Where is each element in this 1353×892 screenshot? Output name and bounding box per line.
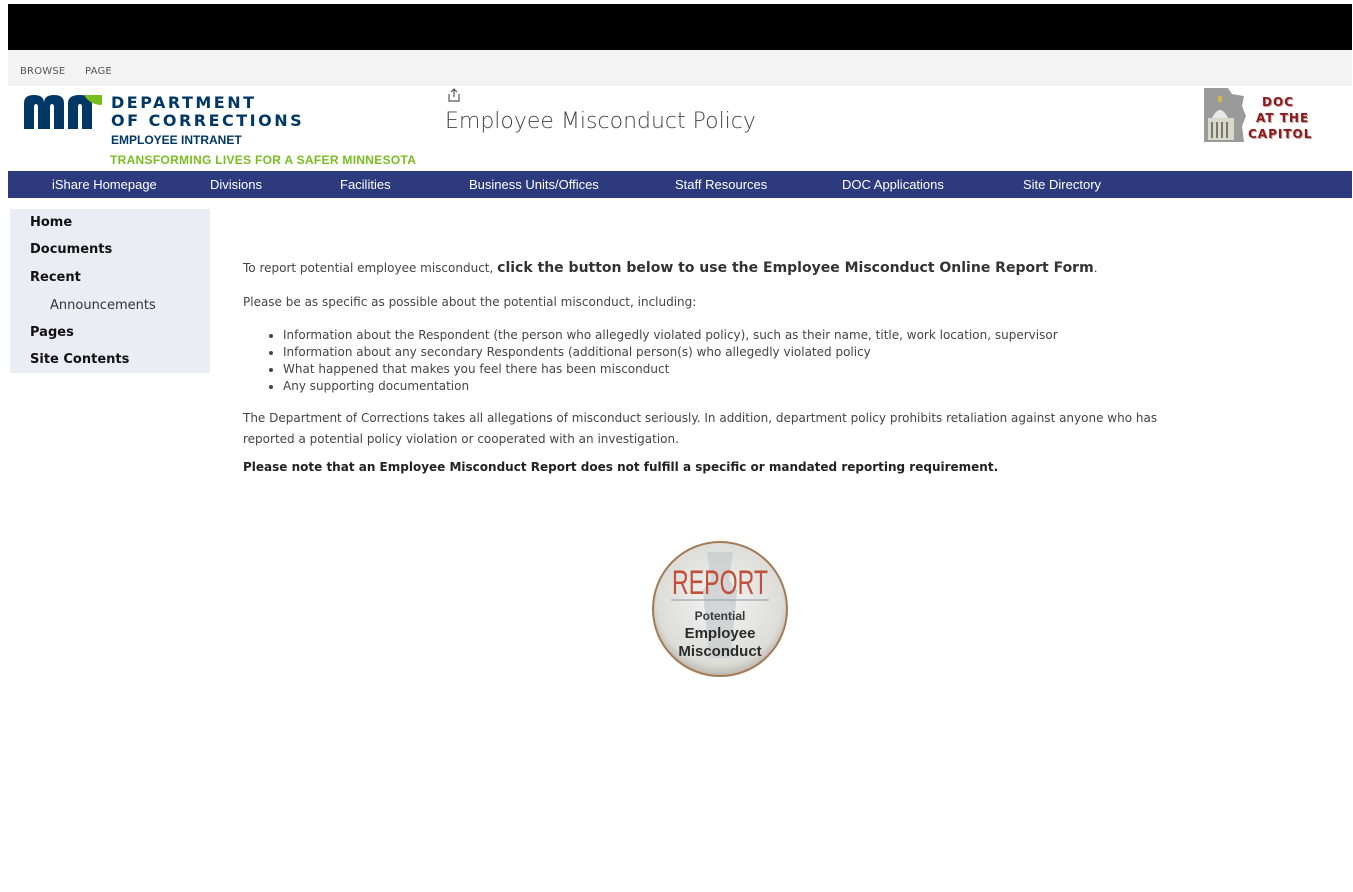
ribbon: BROWSE PAGE bbox=[8, 50, 1352, 86]
tagline: TRANSFORMING LIVES FOR A SAFER MINNESOTA bbox=[110, 153, 417, 167]
leftnav-site-contents[interactable]: Site Contents bbox=[30, 352, 129, 367]
global-navigation: iShare Homepage Divisions Facilities Bus… bbox=[8, 171, 1352, 198]
list-item: Information about the Respondent (the pe… bbox=[283, 327, 1058, 344]
report-button-misconduct: Misconduct bbox=[678, 643, 761, 660]
logo-department: DEPARTMENT bbox=[111, 93, 257, 112]
ribbon-tab-browse[interactable]: BROWSE bbox=[20, 66, 65, 77]
note-paragraph: Please note that an Employee Misconduct … bbox=[243, 460, 999, 474]
nav-site-directory[interactable]: Site Directory bbox=[1023, 177, 1101, 192]
leftnav-home[interactable]: Home bbox=[30, 215, 72, 230]
info-list: Information about the Respondent (the pe… bbox=[243, 327, 1058, 395]
seriousness-paragraph: The Department of Corrections takes all … bbox=[243, 411, 1158, 446]
intro-suffix: . bbox=[1093, 261, 1098, 275]
logo-of-corrections: OF CORRECTIONS bbox=[111, 111, 305, 130]
nav-divisions[interactable]: Divisions bbox=[210, 177, 262, 192]
report-button-potential: Potential bbox=[695, 609, 746, 623]
capitol-text-at-the: AT THE bbox=[1256, 111, 1310, 125]
site-header: DEPARTMENT OF CORRECTIONS EMPLOYEE INTRA… bbox=[8, 86, 1352, 170]
leftnav-recent[interactable]: Recent bbox=[30, 270, 81, 285]
suite-bar bbox=[8, 4, 1352, 50]
doc-at-the-capitol-logo[interactable]: DOC AT THE CAPITOL bbox=[1198, 86, 1313, 150]
intro-bold: click the button below to use the Employ… bbox=[497, 260, 1094, 276]
leftnav-documents[interactable]: Documents bbox=[30, 242, 112, 257]
capitol-text-capitol: CAPITOL bbox=[1248, 127, 1313, 141]
specific-paragraph: Please be as specific as possible about … bbox=[243, 295, 697, 309]
ribbon-tab-page[interactable]: PAGE bbox=[85, 66, 112, 77]
list-item: What happened that makes you feel there … bbox=[283, 361, 1058, 378]
share-icon[interactable] bbox=[447, 88, 461, 102]
report-misconduct-button[interactable]: REPORT Potential Employee Misconduct bbox=[651, 540, 789, 678]
quick-launch: Home Documents Recent Announcements Page… bbox=[10, 209, 210, 373]
list-item: Any supporting documentation bbox=[283, 378, 1058, 395]
report-button-employee: Employee bbox=[685, 625, 756, 642]
leftnav-announcements[interactable]: Announcements bbox=[50, 298, 156, 313]
nav-business-units[interactable]: Business Units/Offices bbox=[469, 177, 599, 192]
report-button-title: REPORT bbox=[672, 564, 768, 602]
nav-doc-applications[interactable]: DOC Applications bbox=[842, 177, 944, 192]
mn-logo[interactable] bbox=[24, 95, 102, 129]
leftnav-pages[interactable]: Pages bbox=[30, 325, 74, 340]
intro-prefix: To report potential employee misconduct, bbox=[243, 261, 498, 275]
logo-employee-intranet: EMPLOYEE INTRANET bbox=[111, 133, 242, 147]
nav-facilities[interactable]: Facilities bbox=[340, 177, 391, 192]
list-item: Information about any secondary Responde… bbox=[283, 344, 1058, 361]
intro-paragraph: To report potential employee misconduct,… bbox=[243, 260, 1098, 276]
nav-ishare-homepage[interactable]: iShare Homepage bbox=[52, 177, 157, 192]
nav-staff-resources[interactable]: Staff Resources bbox=[675, 177, 767, 192]
capitol-text-doc: DOC bbox=[1262, 95, 1294, 109]
page-title: Employee Misconduct Policy bbox=[445, 109, 756, 134]
